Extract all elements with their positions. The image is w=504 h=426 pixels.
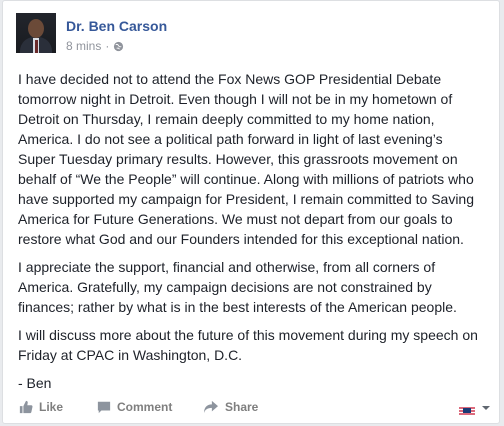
post-line: America. I do not see a political path f…: [18, 131, 443, 147]
post-paragraph-1: I have decided not to attend the Fox New…: [18, 69, 490, 249]
page-logo-graphic: [458, 405, 476, 417]
post-timestamp[interactable]: 8 mins: [66, 39, 101, 53]
post-paragraph-4: - Ben: [18, 373, 490, 393]
post-meta: 8 mins ·: [66, 39, 124, 53]
share-label: Share: [225, 400, 259, 414]
meta-separator: ·: [105, 39, 110, 53]
post-paragraph-2: I appreciate the support, financial and …: [18, 257, 490, 317]
post-line: have supported my campaign for President…: [18, 191, 474, 207]
post-signature: - Ben: [18, 375, 52, 391]
share-arrow-icon: [204, 400, 218, 414]
avatar-tie: [35, 40, 38, 53]
share-button[interactable]: Share: [203, 400, 258, 414]
post-line: finances; rather by what is in the best …: [18, 299, 457, 315]
post-paragraph-3: I will discuss more about the future of …: [18, 325, 490, 365]
avatar-face: [28, 19, 44, 38]
post-line: tomorrow night in Detroit. Even though I…: [18, 91, 453, 107]
like-button[interactable]: Like: [19, 400, 63, 414]
author-name-link[interactable]: Dr. Ben Carson: [66, 18, 167, 34]
post-line: America. Gratefully, my campaign decisio…: [18, 279, 432, 295]
post-line: I have decided not to attend the Fox New…: [18, 71, 442, 87]
caret-down-icon[interactable]: [481, 403, 491, 413]
post-line: America for Future Generations. We must …: [18, 211, 453, 227]
post-line: Detroit on Thursday, I remain deeply com…: [18, 111, 435, 127]
post-line: I will discuss more about the future of …: [18, 327, 478, 343]
speech-bubble-icon: [97, 401, 111, 414]
post-line: behalf of “We the People” will continue.…: [18, 171, 474, 187]
post-body: I have decided not to attend the Fox New…: [18, 69, 490, 401]
author-avatar[interactable]: [16, 13, 56, 53]
page-logo-icon[interactable]: [458, 403, 476, 421]
comment-button[interactable]: Comment: [97, 400, 172, 414]
post-line: Friday at CPAC in Washington, D.C.: [18, 347, 243, 363]
post-line: I appreciate the support, financial and …: [18, 259, 436, 275]
post-action-bar: Like Comment Share: [3, 393, 499, 423]
thumbs-up-icon: [19, 400, 33, 414]
like-label: Like: [39, 400, 64, 414]
globe-icon[interactable]: [113, 41, 124, 52]
post-line: restore what God and our Founders intend…: [18, 231, 464, 247]
comment-label: Comment: [117, 400, 173, 414]
post-card: Dr. Ben Carson 8 mins · I have decided n…: [2, 0, 500, 424]
post-line: Super Tuesday primary results. However, …: [18, 151, 458, 167]
